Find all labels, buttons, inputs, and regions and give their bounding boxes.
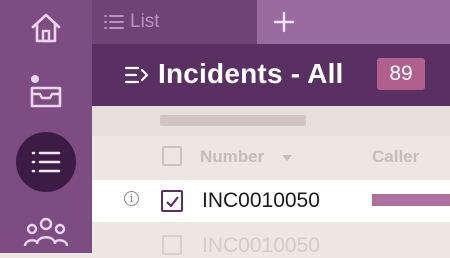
checkmark-icon [165, 195, 179, 207]
sort-down-icon[interactable] [281, 154, 293, 162]
column-number[interactable]: Number [200, 147, 264, 167]
tab-label: List [130, 11, 160, 32]
tab-bar: List [92, 0, 450, 44]
plus-icon [273, 11, 295, 33]
table-row[interactable]: i INC0010050 [92, 180, 450, 222]
incident-number[interactable]: INC0010050 [202, 234, 320, 258]
home-nav[interactable] [0, 6, 92, 50]
people-icon [23, 217, 69, 246]
info-icon[interactable]: i [124, 191, 139, 206]
collapse-menu-icon[interactable] [125, 66, 151, 84]
inbox-icon [29, 73, 62, 108]
column-header-row: Number Caller [92, 136, 450, 180]
page-title: Incidents - All [158, 58, 344, 89]
list-icon [31, 151, 61, 173]
filter-placeholder [160, 115, 306, 126]
filter-bar [92, 106, 450, 136]
row-checkbox[interactable] [161, 190, 183, 212]
record-count-badge: 89 [377, 58, 425, 90]
inbox-nav[interactable] [0, 66, 92, 114]
home-icon [31, 13, 61, 43]
caller-value [372, 194, 450, 206]
list-icon [104, 15, 124, 29]
left-rail [0, 0, 92, 253]
active-indicator [16, 132, 76, 192]
select-all-checkbox[interactable] [162, 146, 182, 166]
people-nav[interactable] [0, 210, 92, 253]
incident-number[interactable]: INC0010050 [202, 189, 320, 213]
new-tab-button[interactable] [258, 0, 450, 44]
list-nav[interactable] [0, 130, 92, 194]
table-row[interactable]: INC0010050 [92, 222, 450, 257]
tab-list[interactable]: List [92, 0, 257, 44]
list-header: Incidents - All 89 [92, 44, 450, 106]
column-caller[interactable]: Caller [372, 147, 419, 167]
row-checkbox[interactable] [162, 235, 182, 255]
